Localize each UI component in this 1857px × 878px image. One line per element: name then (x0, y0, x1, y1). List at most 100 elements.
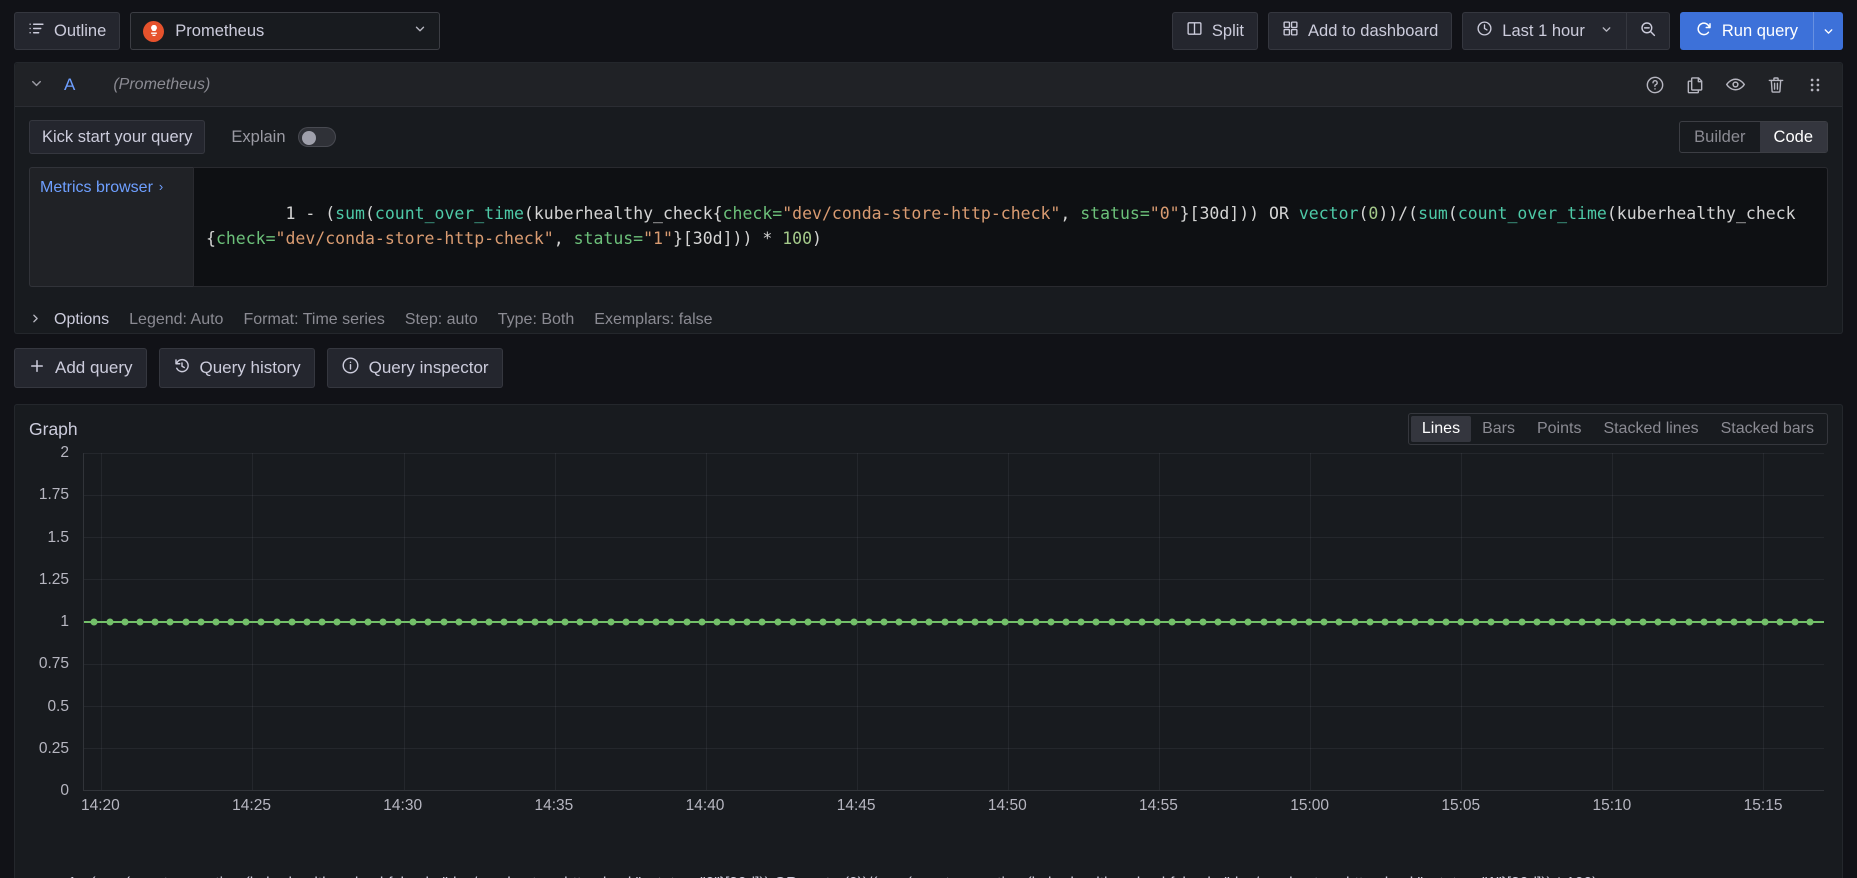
drag-handle-icon[interactable] (1806, 75, 1824, 95)
series-data-point (622, 618, 630, 625)
outline-button[interactable]: Outline (14, 12, 121, 50)
query-inspector-button[interactable]: Query inspector (326, 348, 503, 388)
x-axis-tick-label: 15:05 (1441, 797, 1481, 814)
history-icon (173, 357, 191, 380)
explain-label: Explain (231, 127, 286, 146)
x-axis-tick-label: 14:35 (534, 797, 574, 814)
series-data-point (273, 618, 281, 625)
x-axis-tick-label: 15:10 (1592, 797, 1632, 814)
series-data-point (1502, 618, 1510, 625)
query-mode-code[interactable]: Code (1759, 122, 1827, 152)
series-data-point (607, 618, 615, 625)
series-data-point (1745, 618, 1753, 625)
series-data-point (1123, 618, 1131, 625)
series-data-point (349, 618, 357, 625)
series-data-point (1153, 618, 1161, 625)
query-row-header: A (Prometheus) (15, 63, 1842, 107)
kick-start-query-button[interactable]: Kick start your query (29, 120, 206, 154)
plot-area[interactable] (83, 453, 1824, 791)
datasource-picker[interactable]: Prometheus (130, 12, 441, 50)
series-data-point (865, 618, 873, 625)
explain-toggle[interactable] (297, 127, 336, 147)
series-data-point (182, 618, 190, 625)
graph-panel-header: Graph Lines Bars Points Stacked lines St… (15, 405, 1842, 453)
visualization-type-switch: Lines Bars Points Stacked lines Stacked … (1407, 413, 1828, 445)
run-query-button[interactable]: Run query (1680, 12, 1813, 50)
series-data-point (212, 618, 220, 625)
add-query-button[interactable]: Add query (14, 348, 147, 388)
series-data-point (303, 618, 311, 625)
series-data-point (1548, 618, 1556, 625)
series-data-point (1077, 618, 1085, 625)
y-axis-tick-label: 2 (60, 444, 69, 461)
query-mode-builder[interactable]: Builder (1680, 122, 1759, 152)
y-axis: 0 0.25 0.5 0.75 1 1.25 1.5 1.75 2 (15, 444, 77, 799)
gridline-horizontal (84, 495, 1824, 497)
viz-mode-points[interactable]: Points (1526, 416, 1592, 442)
help-icon[interactable] (1645, 75, 1665, 95)
chevron-right-icon (29, 312, 42, 328)
viz-mode-stacked-bars[interactable]: Stacked bars (1710, 416, 1825, 442)
series-data-point (1032, 618, 1040, 625)
time-range-picker[interactable]: Last 1 hour (1462, 12, 1627, 50)
query-options-toggle[interactable]: Options (29, 311, 109, 329)
series-data-point (683, 618, 691, 625)
series-data-point (880, 618, 888, 625)
series-data-point (1168, 618, 1176, 625)
series-data-point (257, 618, 265, 625)
add-query-label: Add query (55, 358, 133, 377)
series-data-point (1260, 618, 1267, 625)
series-data-point (743, 618, 751, 625)
series-data-point (1047, 618, 1055, 625)
series-data-point (1578, 618, 1586, 625)
series-data-point (470, 618, 478, 625)
series-data-point (925, 618, 933, 625)
option-legend: Legend: Auto (129, 311, 224, 328)
series-data-point (1335, 618, 1343, 625)
time-series-plot[interactable]: 0 0.25 0.5 0.75 1 1.25 1.5 1.75 2 14:20 14:25 14:3… (15, 444, 1832, 831)
gridline-horizontal (84, 705, 1824, 707)
series-data-point (652, 618, 660, 625)
query-options-row: Options Legend: Auto Format: Time series… (15, 297, 1842, 333)
query-mode-switch: Builder Code (1679, 121, 1828, 153)
series-data-point (1320, 618, 1328, 625)
series-data-point (394, 618, 402, 625)
zoom-out-button[interactable] (1625, 12, 1670, 50)
series-data-point (1472, 618, 1480, 625)
dashboard-grid-icon (1282, 20, 1299, 42)
explain-toggle-knob (301, 130, 316, 145)
viz-mode-stacked-lines[interactable]: Stacked lines (1592, 416, 1709, 442)
series-data-point (1062, 618, 1070, 625)
series-data-point (531, 618, 539, 625)
series-data-point (409, 618, 417, 625)
x-axis-tick-label: 15:00 (1290, 797, 1330, 814)
add-to-dashboard-button[interactable]: Add to dashboard (1268, 12, 1453, 50)
viz-mode-lines[interactable]: Lines (1410, 416, 1472, 442)
viz-mode-bars[interactable]: Bars (1471, 416, 1526, 442)
query-ref-id[interactable]: A (64, 75, 75, 95)
series-data-point (1442, 618, 1450, 625)
x-axis-tick-label: 14:20 (81, 797, 120, 814)
x-axis-tick-label: 15:15 (1743, 797, 1783, 814)
series-data-point (1806, 618, 1814, 625)
chevron-down-icon[interactable] (29, 76, 44, 94)
series-data-point (500, 618, 508, 625)
add-to-dashboard-label: Add to dashboard (1308, 21, 1439, 40)
series-data-point (698, 618, 706, 625)
series-data-point (1138, 618, 1146, 625)
series-data-point (1017, 618, 1025, 625)
x-axis-tick-label: 14:40 (685, 797, 725, 814)
series-data-point (1092, 618, 1100, 625)
run-query-interval-dropdown[interactable] (1813, 12, 1843, 50)
eye-icon[interactable] (1725, 74, 1746, 95)
series-data-point (1305, 618, 1313, 625)
outline-button-label: Outline (54, 21, 107, 40)
series-data-point (1001, 618, 1009, 625)
metrics-browser-button[interactable]: Metrics browser › (29, 167, 193, 287)
copy-icon[interactable] (1685, 75, 1705, 95)
graph-panel: Graph Lines Bars Points Stacked lines St… (14, 404, 1843, 878)
promql-code-input[interactable]: 1 - (sum(count_over_time(kuberhealthy_ch… (193, 167, 1828, 287)
query-history-button[interactable]: Query history (158, 348, 315, 388)
trash-icon[interactable] (1766, 75, 1786, 95)
split-button[interactable]: Split (1171, 12, 1259, 50)
